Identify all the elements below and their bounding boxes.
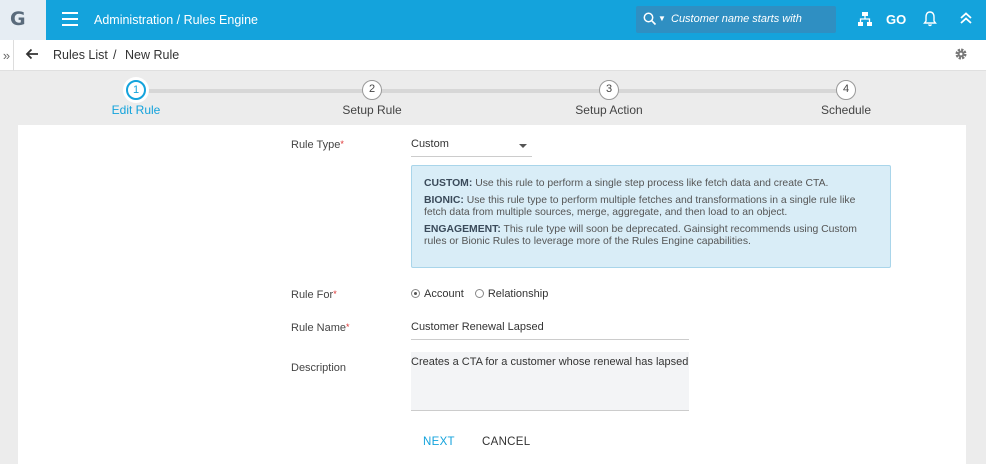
description-textarea[interactable]: Creates a CTA for a customer whose renew… (411, 352, 689, 411)
rule-type-select[interactable]: Custom (411, 138, 532, 157)
radio-account-label[interactable]: Account (424, 288, 464, 300)
breadcrumb-rules-list[interactable]: Rules List (53, 48, 108, 62)
info-engagement: ENGAGEMENT: This rule type will soon be … (424, 223, 857, 248)
rule-name-label: Rule Name* (291, 322, 350, 334)
back-arrow-icon[interactable] (24, 46, 40, 62)
info-bionic: BIONIC: Use this rule type to perform mu… (424, 194, 856, 219)
go-button[interactable]: GO (886, 12, 906, 27)
logo-letter: G (10, 8, 26, 30)
step-4-label[interactable]: Schedule (821, 103, 871, 117)
bell-icon[interactable] (923, 11, 937, 27)
step-3-indicator[interactable]: 3 (599, 80, 619, 100)
breadcrumb-bar: » Rules List / New Rule (0, 40, 986, 71)
step-3-label[interactable]: Setup Action (575, 103, 642, 117)
step-2-label[interactable]: Setup Rule (342, 103, 401, 117)
app-logo[interactable]: G (0, 0, 46, 40)
breadcrumb-new-rule: New Rule (125, 48, 180, 62)
radio-account[interactable] (411, 289, 420, 298)
breadcrumb-separator: / (113, 48, 117, 62)
search-scope-caret-icon[interactable]: ▼ (658, 14, 666, 23)
search-input[interactable]: ▼ Customer name starts with (636, 6, 836, 33)
radio-relationship-label[interactable]: Relationship (488, 288, 549, 300)
next-button[interactable]: NEXT (423, 436, 455, 448)
gear-icon[interactable] (954, 47, 968, 61)
info-custom: CUSTOM: Use this rule to perform a singl… (424, 178, 829, 189)
description-label: Description (291, 362, 347, 374)
rule-for-label: Rule For* (291, 289, 337, 301)
collapse-up-icon[interactable] (959, 11, 973, 25)
cancel-button[interactable]: CANCEL (482, 436, 530, 448)
rule-type-label: Rule Type* (291, 139, 344, 151)
sidebar-expand-icon[interactable]: » (0, 40, 14, 71)
rule-type-value: Custom (411, 138, 449, 150)
menu-icon[interactable] (62, 12, 78, 26)
rule-for-radio-group: Account Relationship (411, 288, 548, 300)
step-2-indicator[interactable]: 2 (362, 80, 382, 100)
hierarchy-icon[interactable] (857, 11, 873, 27)
step-1-indicator[interactable]: 1 (126, 80, 146, 100)
app-title: Administration / Rules Engine (94, 13, 258, 27)
step-4-indicator[interactable]: 4 (836, 80, 856, 100)
stepper-track (145, 89, 837, 93)
search-placeholder: Customer name starts with (671, 13, 802, 25)
rule-type-info-box: CUSTOM: Use this rule to perform a singl… (411, 165, 891, 268)
chevron-down-icon (519, 144, 527, 148)
top-navigation-bar: G Administration / Rules Engine ▼ Custom… (0, 0, 986, 40)
radio-relationship[interactable] (474, 289, 484, 298)
search-icon (643, 12, 657, 26)
step-1-label[interactable]: Edit Rule (112, 103, 161, 117)
rule-name-input[interactable]: Customer Renewal Lapsed (411, 321, 689, 340)
wizard-stepper: 1 Edit Rule 2 Setup Rule 3 Setup Action … (0, 75, 986, 125)
